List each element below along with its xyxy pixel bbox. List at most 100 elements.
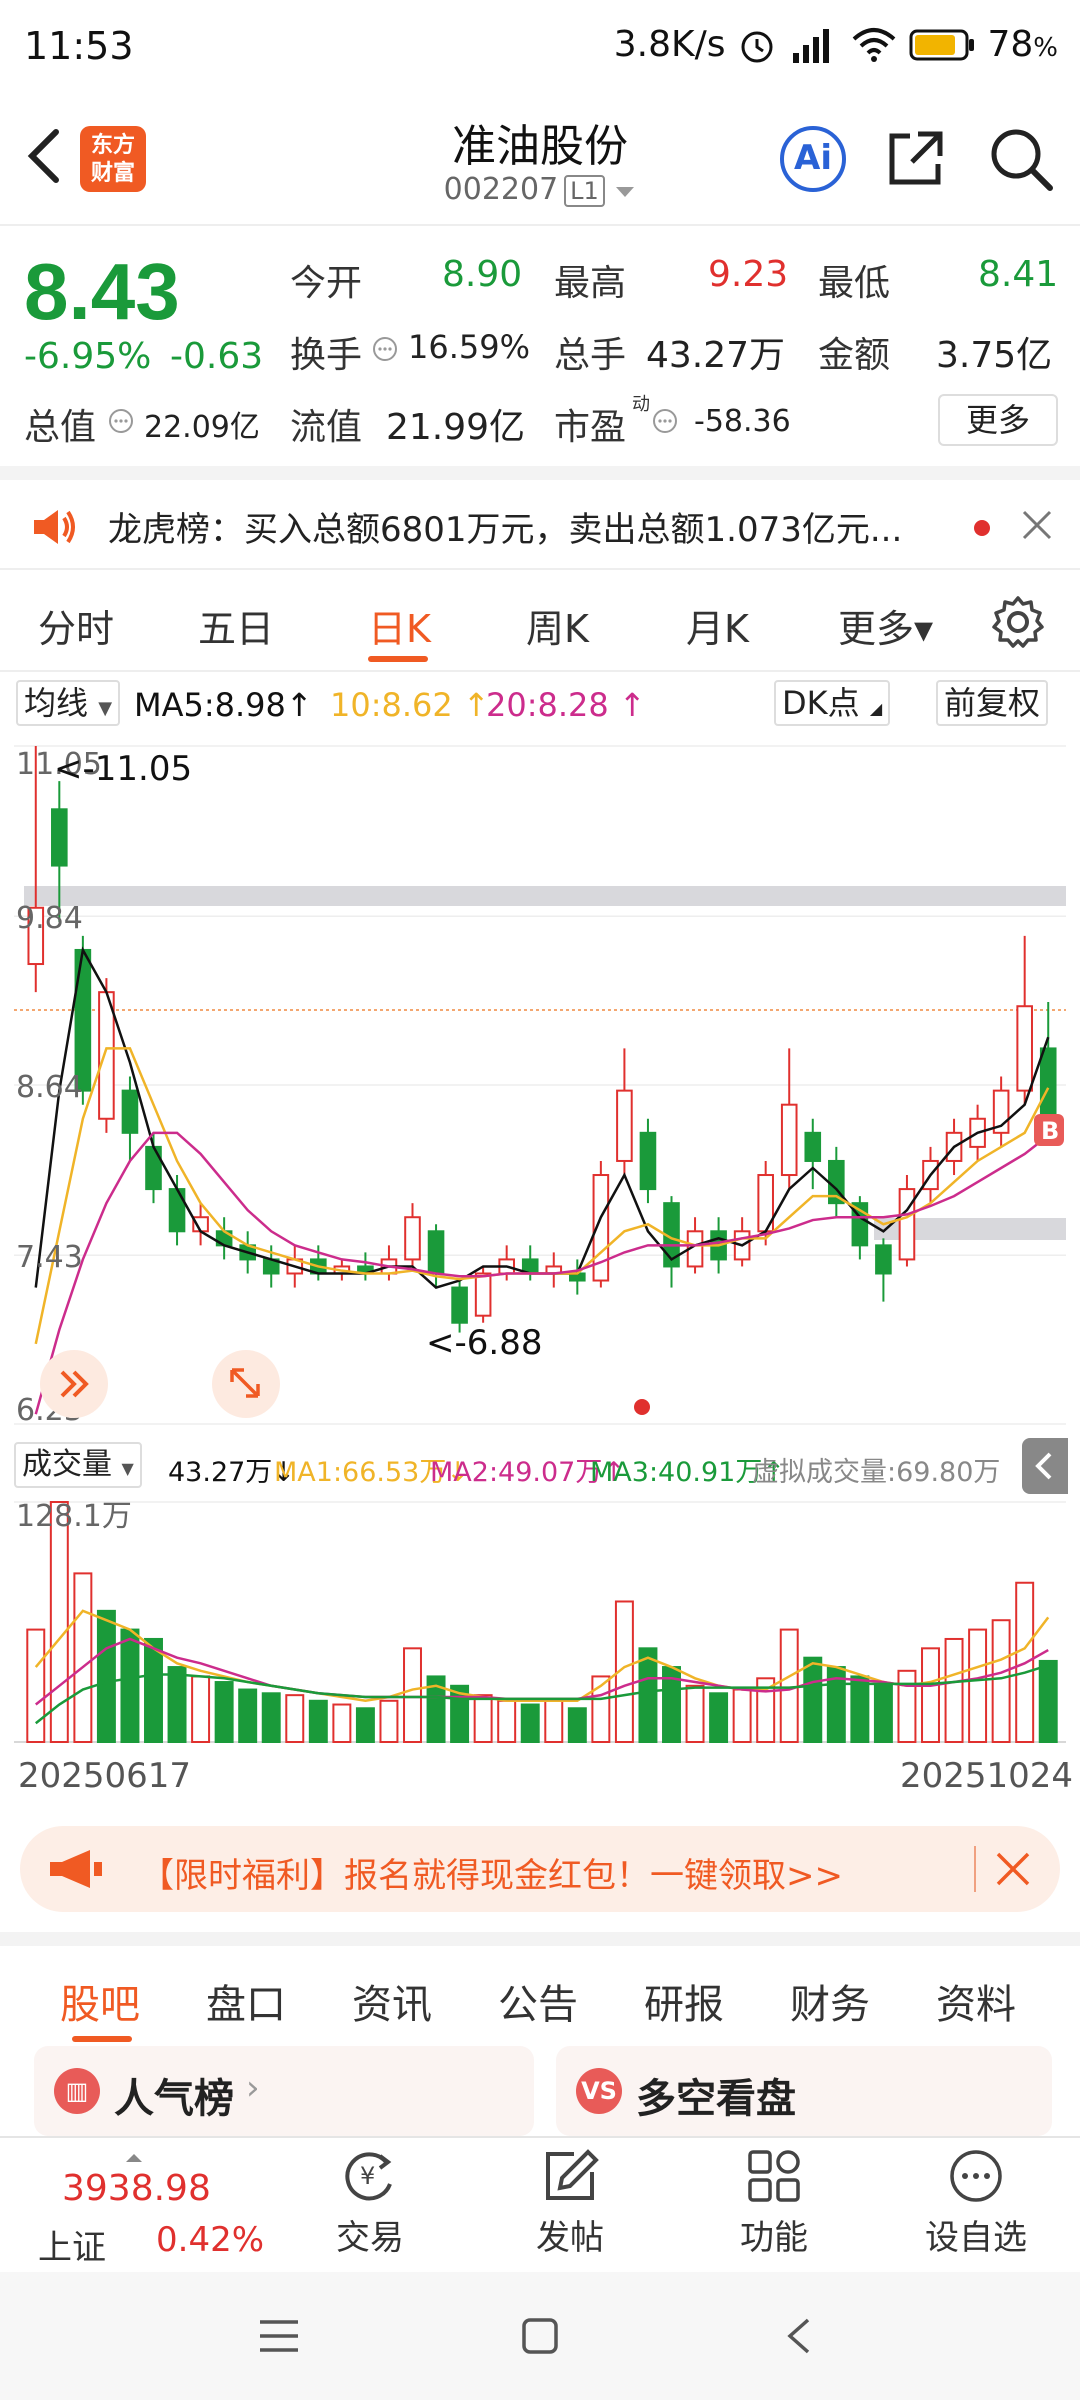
speaker-icon <box>34 510 75 544</box>
collapse-panel-button[interactable] <box>1022 1438 1068 1494</box>
candle-body <box>121 1089 139 1134</box>
promo-banner[interactable]: 【限时福利】报名就得现金红包！一键领取>> <box>20 1826 1060 1912</box>
low-label: 最低 <box>818 263 891 304</box>
ma20-label: 20:8.28 ↑ <box>486 686 646 724</box>
close-icon[interactable] <box>1020 508 1054 542</box>
system-nav-bar <box>0 2272 1080 2400</box>
tab-daily-k[interactable]: 日K <box>368 598 431 653</box>
end-date: 20251024 <box>900 1756 1074 1796</box>
tab-news[interactable]: 资讯 <box>352 1972 432 2030</box>
info-icon[interactable] <box>652 408 678 434</box>
megaphone-icon <box>50 1850 102 1888</box>
adjust-mode-button[interactable]: 前复权 <box>936 680 1049 726</box>
tab-research[interactable]: 研报 <box>644 1972 724 2030</box>
battery-icon <box>909 29 975 60</box>
candle-body <box>639 1131 657 1191</box>
more-button[interactable]: 更多 <box>938 394 1058 446</box>
svg-text:B: B <box>1041 1117 1059 1145</box>
tab-announcements[interactable]: 公告 <box>498 1972 578 2030</box>
high-label: 最高 <box>554 263 627 304</box>
long-short-card[interactable]: VS 多空看盘 <box>556 2046 1052 2136</box>
kline-chart[interactable]: 11.059.848.647.436.23 <-11.05 <-6.88 B <box>14 734 1066 1434</box>
volume-bar <box>968 1628 988 1744</box>
indicator-selector[interactable]: 均线 ▼ <box>16 680 121 726</box>
tab-more[interactable]: 更多▾ <box>838 598 933 653</box>
nav-watchlist-label: 设自选 <box>925 2218 1027 2258</box>
double-arrow-icon[interactable] <box>40 1350 108 1418</box>
candle-body <box>427 1230 445 1275</box>
change-percent: -6.95% <box>24 336 152 377</box>
volume-bar <box>308 1699 328 1743</box>
promo-text: 【限时福利】报名就得现金红包！一键领取>> <box>140 1856 843 1896</box>
ai-button[interactable]: Ai <box>778 124 848 194</box>
menu-icon[interactable] <box>258 2316 300 2356</box>
candlestick <box>592 1160 610 1288</box>
popularity-card[interactable]: ▥ 人气榜 › <box>34 2046 534 2136</box>
dk-point-toggle[interactable]: DK点 ◢ <box>774 680 891 726</box>
nav-post[interactable]: 发帖 <box>490 2148 650 2259</box>
float-value: 21.99亿 <box>386 407 526 448</box>
grid-icon <box>748 2150 800 2202</box>
info-icon[interactable] <box>372 336 398 362</box>
more-dots-icon <box>950 2150 1002 2202</box>
volume-bar <box>685 1684 705 1744</box>
expand-icon[interactable] <box>212 1350 280 1418</box>
close-icon[interactable] <box>994 1850 1032 1888</box>
ma10-line <box>34 1047 1050 1345</box>
candle-body <box>451 1286 468 1324</box>
candlestick <box>569 1259 586 1295</box>
volume-bar <box>803 1656 823 1744</box>
back-nav-icon[interactable] <box>782 2316 816 2356</box>
tab-guba[interactable]: 股吧 <box>60 1972 140 2030</box>
volume-bar <box>261 1692 281 1743</box>
volume-bar <box>944 1637 964 1743</box>
gear-icon[interactable] <box>990 594 1046 650</box>
candle-body <box>1039 1047 1057 1116</box>
tab-pankou[interactable]: 盘口 <box>206 1972 286 2030</box>
home-icon[interactable] <box>520 2316 560 2356</box>
volume-bar <box>897 1669 917 1743</box>
caret-down-icon <box>616 187 635 197</box>
volume-indicator-selector[interactable]: 成交量 ▼ <box>14 1442 142 1488</box>
amount-value: 3.75亿 <box>936 335 1053 376</box>
search-icon[interactable] <box>986 124 1056 194</box>
amount-label: 金额 <box>818 335 891 376</box>
nav-watchlist[interactable]: 设自选 <box>896 2148 1056 2259</box>
high-value: 9.23 <box>708 254 789 295</box>
info-icon[interactable] <box>108 408 134 434</box>
pe-superscript: 动 <box>632 394 650 415</box>
nav-functions[interactable]: 功能 <box>694 2148 854 2259</box>
tab-finance[interactable]: 财务 <box>790 1972 870 2030</box>
max-price-annotation: <-11.05 <box>54 749 192 789</box>
candlestick <box>875 1238 892 1302</box>
change-amount: -0.63 <box>170 336 264 377</box>
active-tab-indicator <box>72 2036 132 2042</box>
volume-bar <box>73 1572 93 1744</box>
candlestick <box>663 1196 680 1288</box>
ma5-label: MA5:8.98↑ <box>134 686 313 724</box>
volume-bar <box>167 1666 187 1743</box>
tab-weekly-k[interactable]: 周K <box>526 598 589 653</box>
y-tick-label: 9.84 <box>16 901 83 936</box>
pe-value: -58.36 <box>694 404 791 439</box>
candlestick <box>780 1048 798 1190</box>
tab-profile[interactable]: 资料 <box>936 1972 1016 2030</box>
index-value: 3938.98 <box>62 2168 211 2209</box>
volume-bar <box>732 1688 752 1743</box>
notice-bar[interactable]: 龙虎榜：买入总额6801万元，卖出总额1.073亿元... <box>0 466 1080 570</box>
tab-monthly-k[interactable]: 月K <box>686 598 749 653</box>
buy-signal-badge[interactable]: B <box>1034 1114 1064 1146</box>
tab-intraday[interactable]: 分时 <box>38 598 114 653</box>
volume-chart[interactable]: 128.1万 <box>14 1494 1066 1744</box>
volume-bar <box>638 1647 658 1743</box>
candle-body <box>404 1216 421 1261</box>
event-dot[interactable] <box>634 1399 650 1415</box>
signal-icon <box>793 28 830 63</box>
nav-trade[interactable]: ¥ 交易 <box>290 2148 450 2259</box>
share-icon[interactable] <box>880 124 950 194</box>
volume-selector-label: 成交量 <box>22 1447 112 1482</box>
candle-body <box>1016 1005 1033 1092</box>
battery-level: 78 <box>987 24 1034 65</box>
volume-bar <box>238 1688 258 1743</box>
tab-five-day[interactable]: 五日 <box>198 598 274 653</box>
